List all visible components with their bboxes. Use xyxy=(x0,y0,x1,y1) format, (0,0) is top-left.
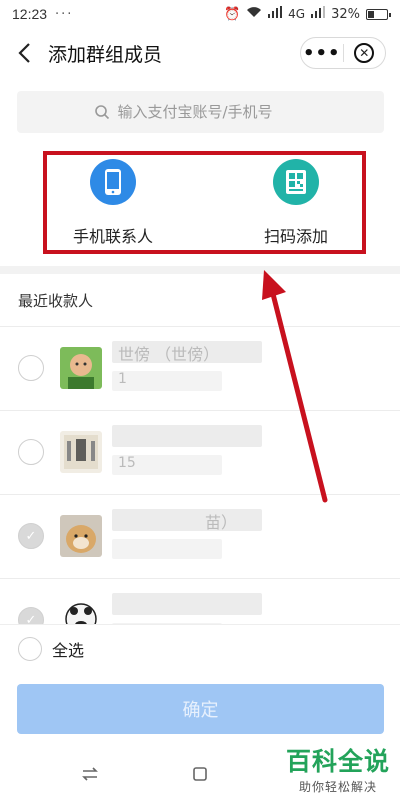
home-button[interactable] xyxy=(188,762,212,786)
status-bar: 12:23 ··· ⏰ 4G 32% xyxy=(0,0,400,28)
page-title: 添加群组成员 xyxy=(48,43,163,66)
select-radio[interactable] xyxy=(18,439,44,465)
avatar xyxy=(60,515,102,557)
notification-dots: ··· xyxy=(55,6,74,22)
scan-add-button[interactable]: 扫码添加 xyxy=(226,155,366,250)
phone-contacts-button[interactable]: 手机联系人 xyxy=(43,155,183,250)
recent-payees-title: 最近收款人 xyxy=(18,292,94,310)
add-methods: 手机联系人 扫码添加 xyxy=(0,145,400,260)
square-icon xyxy=(193,767,207,781)
list-item[interactable]: 15 xyxy=(0,410,400,494)
recent-payees-list: 世傍 （世傍） 1 15 ✓ 苗） ✓ om xyxy=(0,326,400,662)
list-item[interactable]: ✓ 苗） xyxy=(0,494,400,578)
payee-account: 1 xyxy=(118,371,127,387)
signal-icon-2 xyxy=(311,6,326,22)
blurred-account xyxy=(112,371,222,391)
phone-contacts-label: 手机联系人 xyxy=(72,227,153,246)
watermark-subtitle: 助你轻松解决 xyxy=(298,780,377,794)
blurred-name xyxy=(112,593,262,615)
status-right: ⏰ 4G 32% xyxy=(223,6,391,22)
alarm-icon: ⏰ xyxy=(223,6,241,22)
payee-name: 苗） xyxy=(205,513,238,532)
payee-account: 15 xyxy=(118,455,136,471)
more-button[interactable]: ••• xyxy=(301,43,343,64)
avatar xyxy=(60,431,102,473)
blurred-name xyxy=(112,509,262,531)
list-item[interactable]: 世傍 （世傍） 1 xyxy=(0,326,400,410)
battery-percent: 32% xyxy=(331,6,360,22)
confirm-button[interactable]: 确定 xyxy=(17,684,384,734)
select-all-radio[interactable] xyxy=(18,636,42,661)
switch-apps-button[interactable] xyxy=(78,762,102,786)
blurred-account xyxy=(112,539,222,559)
avatar xyxy=(60,347,102,389)
qr-code-icon xyxy=(273,159,319,205)
signal-icon xyxy=(268,6,283,22)
network-type: 4G xyxy=(288,7,306,21)
mini-program-capsule: ••• ✕ xyxy=(300,37,386,69)
payee-name: 世傍 （世傍） xyxy=(118,345,220,364)
search-bar[interactable] xyxy=(17,91,384,133)
battery-icon xyxy=(366,8,391,20)
chevron-left-icon xyxy=(18,43,30,63)
back-button[interactable] xyxy=(0,28,48,78)
select-all-bar: 全选 xyxy=(0,624,400,672)
select-radio[interactable] xyxy=(18,355,44,381)
wifi-icon xyxy=(246,6,262,22)
close-button[interactable]: ✕ xyxy=(343,43,385,63)
section-divider xyxy=(0,266,400,274)
watermark-logo: 百科全说 助你轻松解决 xyxy=(286,742,390,795)
switch-arrows-icon xyxy=(82,767,98,781)
search-icon xyxy=(94,105,109,120)
search-input[interactable] xyxy=(117,103,308,121)
select-all-label[interactable]: 全选 xyxy=(52,637,84,661)
blurred-name xyxy=(112,425,262,447)
phone-icon xyxy=(90,159,136,205)
status-time: 12:23 xyxy=(12,6,48,22)
close-circle-icon: ✕ xyxy=(354,43,375,63)
select-radio-checked[interactable]: ✓ xyxy=(18,523,44,549)
scan-add-label: 扫码添加 xyxy=(263,227,328,246)
watermark-title: 百科全说 xyxy=(285,747,390,776)
header: 添加群组成员 ••• ✕ xyxy=(0,28,400,78)
